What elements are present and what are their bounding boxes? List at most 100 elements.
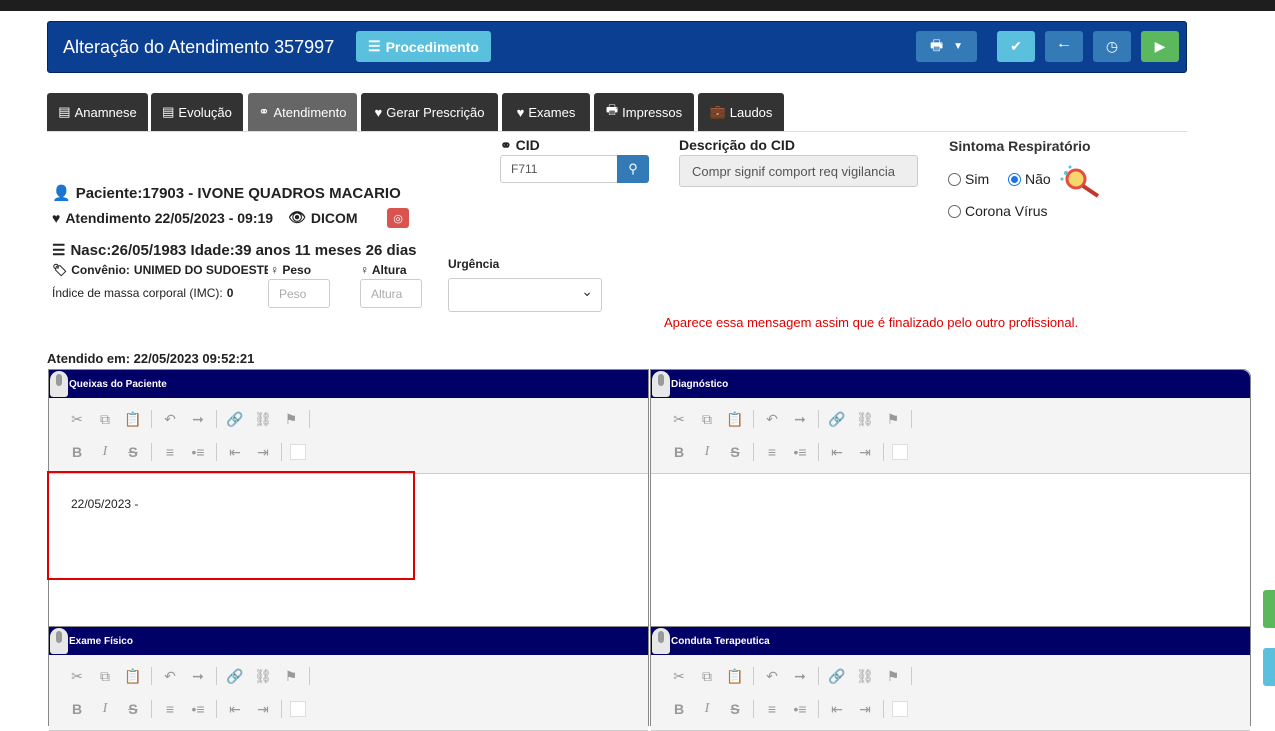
undo-icon[interactable]: ↶	[758, 411, 786, 428]
paste-icon[interactable]: 📋	[119, 668, 147, 685]
cid-input[interactable]: F711	[500, 155, 618, 183]
tab-anamnese[interactable]: ▤ Anamnese	[47, 93, 148, 131]
bold-icon[interactable]: B	[63, 444, 91, 460]
undo-icon[interactable]: ↶	[156, 411, 184, 428]
toolbar-separator	[818, 667, 819, 685]
redo-icon[interactable]: ➞	[184, 668, 212, 685]
unlink-icon[interactable]: ⛓	[851, 668, 879, 685]
flag-icon[interactable]: ⚑	[277, 668, 305, 685]
bold-icon[interactable]: B	[665, 444, 693, 460]
microphone-icon[interactable]	[652, 371, 670, 397]
tags-icon: 🏷	[52, 263, 68, 277]
tab-laudos[interactable]: 💼 Laudos	[698, 93, 784, 131]
unlink-icon[interactable]: ⛓	[249, 411, 277, 428]
redo-icon[interactable]: ➞	[184, 411, 212, 428]
paste-icon[interactable]: 📋	[721, 411, 749, 428]
italic-icon[interactable]: I	[693, 444, 721, 460]
tab-gerar-prescricao[interactable]: ♥ Gerar Prescrição	[361, 93, 498, 131]
link-icon[interactable]: 🔗	[221, 668, 249, 685]
bullet-list-icon[interactable]: •≡	[184, 444, 212, 460]
history-button[interactable]: ◷	[1093, 31, 1131, 62]
undo-icon[interactable]: ↶	[156, 668, 184, 685]
outdent-icon[interactable]: ⇤	[221, 701, 249, 718]
blockquote-icon[interactable]	[290, 701, 306, 717]
radio-corona-circle[interactable]	[948, 204, 961, 218]
flag-icon[interactable]: ⚑	[277, 411, 305, 428]
radio-sim-circle[interactable]	[948, 172, 961, 186]
italic-icon[interactable]: I	[91, 701, 119, 717]
numbered-list-icon[interactable]: ≡	[156, 444, 184, 460]
video-button[interactable]: ▶	[1141, 31, 1179, 62]
peso-input[interactable]: Peso	[268, 279, 330, 308]
tab-exames[interactable]: ♥ Exames	[502, 93, 590, 131]
altura-input[interactable]: Altura	[360, 279, 422, 308]
strike-icon[interactable]: S	[119, 701, 147, 717]
back-button[interactable]: 🠀	[1045, 31, 1083, 62]
paste-icon[interactable]: 📋	[119, 411, 147, 428]
redo-icon[interactable]: ➞	[786, 411, 814, 428]
link-icon[interactable]: 🔗	[823, 411, 851, 428]
numbered-list-icon[interactable]: ≡	[156, 701, 184, 717]
cut-icon[interactable]: ✂	[63, 411, 91, 428]
tab-evolucao[interactable]: ▤ Evolução	[151, 93, 243, 131]
tab-impressos[interactable]: 🖶 Impressos	[594, 93, 694, 131]
numbered-list-icon[interactable]: ≡	[758, 701, 786, 717]
flag-icon[interactable]: ⚑	[879, 668, 907, 685]
outdent-icon[interactable]: ⇤	[823, 701, 851, 718]
radio-sim[interactable]: Sim	[948, 171, 989, 187]
bold-icon[interactable]: B	[63, 701, 91, 717]
italic-icon[interactable]: I	[91, 444, 119, 460]
indent-icon[interactable]: ⇥	[851, 701, 879, 718]
convenio-label: Convênio:	[71, 263, 130, 277]
cid-search-button[interactable]: ⚲	[617, 155, 649, 183]
unlink-icon[interactable]: ⛓	[249, 668, 277, 685]
radio-corona[interactable]: Corona Vírus	[948, 203, 1047, 219]
microphone-icon[interactable]	[652, 628, 670, 654]
save-button[interactable]: ✔	[997, 31, 1035, 62]
copy-icon[interactable]: ⧉	[91, 668, 119, 685]
blockquote-icon[interactable]	[892, 701, 908, 717]
procedimento-button[interactable]: ☰ Procedimento	[356, 31, 491, 62]
indent-icon[interactable]: ⇥	[851, 444, 879, 461]
bullet-list-icon[interactable]: •≡	[786, 701, 814, 717]
side-green-button[interactable]	[1263, 590, 1275, 628]
strike-icon[interactable]: S	[119, 444, 147, 460]
print-button[interactable]: 🖶 ▼	[916, 31, 977, 62]
bullet-list-icon[interactable]: •≡	[184, 701, 212, 717]
bold-icon[interactable]: B	[665, 701, 693, 717]
outdent-icon[interactable]: ⇤	[823, 444, 851, 461]
radio-nao[interactable]: Não	[1008, 171, 1051, 187]
outdent-icon[interactable]: ⇤	[221, 444, 249, 461]
radio-nao-circle[interactable]	[1008, 172, 1021, 186]
cut-icon[interactable]: ✂	[63, 668, 91, 685]
copy-icon[interactable]: ⧉	[91, 411, 119, 428]
paste-icon[interactable]: 📋	[721, 668, 749, 685]
cut-icon[interactable]: ✂	[665, 668, 693, 685]
weight-icon: ♀	[270, 263, 279, 277]
tab-atendimento[interactable]: ⚭ Atendimento	[248, 93, 357, 131]
side-blue-button[interactable]	[1263, 648, 1275, 686]
undo-icon[interactable]: ↶	[758, 668, 786, 685]
flag-icon[interactable]: ⚑	[879, 411, 907, 428]
cut-icon[interactable]: ✂	[665, 411, 693, 428]
numbered-list-icon[interactable]: ≡	[758, 444, 786, 460]
italic-icon[interactable]: I	[693, 701, 721, 717]
strike-icon[interactable]: S	[721, 444, 749, 460]
copy-icon[interactable]: ⧉	[693, 668, 721, 685]
unlink-icon[interactable]: ⛓	[851, 411, 879, 428]
redo-icon[interactable]: ➞	[786, 668, 814, 685]
indent-icon[interactable]: ⇥	[249, 444, 277, 461]
microphone-icon[interactable]	[50, 371, 68, 397]
urgencia-select[interactable]	[448, 278, 602, 312]
strike-icon[interactable]: S	[721, 701, 749, 717]
indent-icon[interactable]: ⇥	[249, 701, 277, 718]
copy-icon[interactable]: ⧉	[693, 411, 721, 428]
link-icon[interactable]: 🔗	[221, 411, 249, 428]
blockquote-icon[interactable]	[892, 444, 908, 460]
link-icon[interactable]: 🔗	[823, 668, 851, 685]
blockquote-icon[interactable]	[290, 444, 306, 460]
dicom-link[interactable]: DICOM	[311, 210, 358, 226]
dicom-button[interactable]: ◎	[387, 208, 409, 228]
microphone-icon[interactable]	[50, 628, 68, 654]
bullet-list-icon[interactable]: •≡	[786, 444, 814, 460]
